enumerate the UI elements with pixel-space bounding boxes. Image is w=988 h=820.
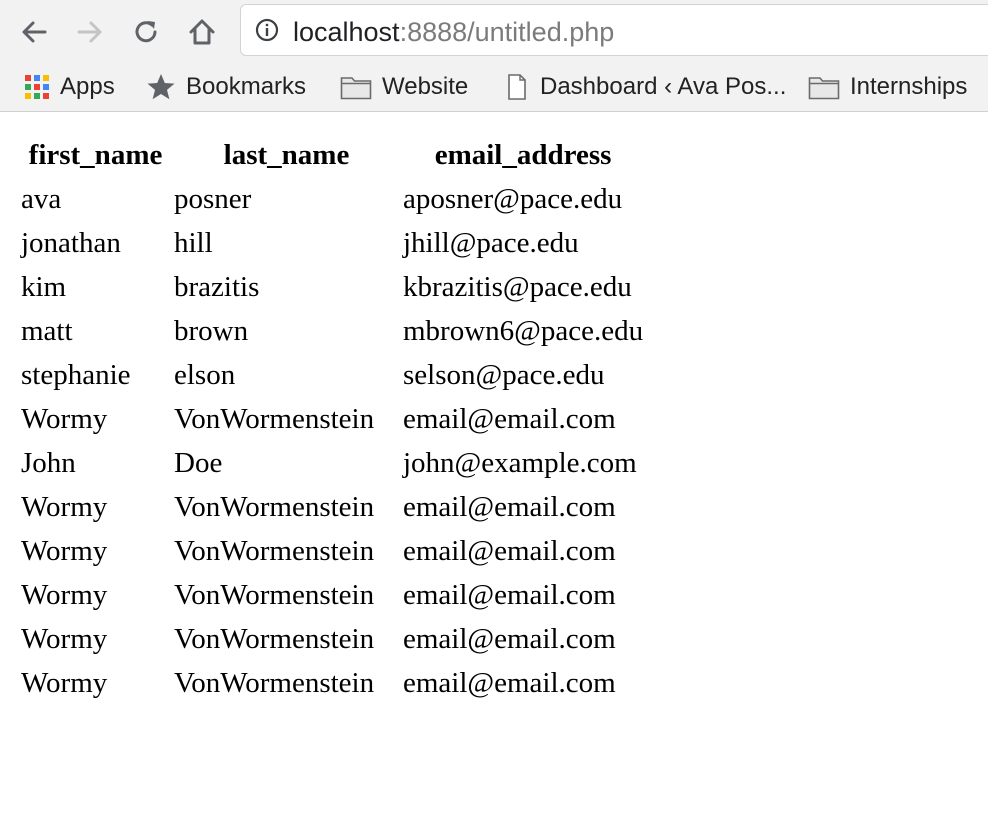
cell-email-address: selson@pace.edu bbox=[403, 359, 605, 391]
cell-email-address: mbrown6@pace.edu bbox=[403, 315, 644, 347]
cell-first-name: Wormy bbox=[21, 623, 108, 655]
bookmark-apps[interactable]: Apps bbox=[24, 70, 115, 104]
table-row: stephanie elson selson@pace.edu bbox=[20, 354, 644, 396]
cell-first-name: stephanie bbox=[21, 359, 131, 391]
address-bar[interactable]: localhost:8888/untitled.php bbox=[240, 4, 988, 56]
cell-email-address: email@email.com bbox=[403, 535, 616, 567]
bookmark-label: Website bbox=[382, 73, 469, 100]
table-row: John Doe john@example.com bbox=[20, 442, 644, 484]
table-row: Wormy VonWormenstein email@email.com bbox=[20, 574, 644, 616]
cell-first-name: Wormy bbox=[21, 403, 108, 435]
cell-last-name: VonWormenstein bbox=[174, 579, 375, 611]
folder-icon bbox=[808, 74, 840, 100]
star-icon bbox=[146, 72, 176, 102]
reload-button[interactable] bbox=[126, 12, 166, 52]
cell-last-name: VonWormenstein bbox=[174, 535, 375, 567]
cell-last-name: hill bbox=[174, 227, 213, 259]
back-button[interactable] bbox=[14, 12, 54, 52]
cell-last-name: VonWormenstein bbox=[174, 667, 375, 699]
table-body: ava posner aposner@pace.edu jonathan hill jhi… bbox=[20, 178, 644, 704]
cell-first-name: Wormy bbox=[21, 535, 108, 567]
bookmark-label: Dashboard ‹ Ava Pos... bbox=[540, 73, 787, 100]
cell-first-name: jonathan bbox=[21, 227, 121, 259]
cell-first-name: Wormy bbox=[21, 491, 108, 523]
cell-last-name: brown bbox=[174, 315, 249, 347]
column-header-email-address: email_address bbox=[434, 139, 612, 171]
cell-last-name: VonWormenstein bbox=[174, 491, 375, 523]
home-button[interactable] bbox=[182, 12, 222, 52]
folder-icon bbox=[340, 74, 372, 100]
cell-email-address: john@example.com bbox=[403, 447, 637, 479]
cell-email-address: email@email.com bbox=[403, 667, 616, 699]
cell-last-name: Doe bbox=[174, 447, 223, 479]
results-table: first_name last_name email_address ava po… bbox=[18, 132, 646, 706]
bookmark-internships[interactable]: Internships bbox=[808, 70, 967, 104]
cell-first-name: Wormy bbox=[21, 579, 108, 611]
cell-last-name: brazitis bbox=[174, 271, 260, 303]
bookmark-label: Internships bbox=[850, 73, 968, 100]
bookmark-dashboard[interactable]: Dashboard ‹ Ava Pos... bbox=[508, 70, 786, 104]
cell-last-name: posner bbox=[174, 183, 252, 215]
url-text: localhost:8888/untitled.php bbox=[293, 17, 614, 47]
cell-email-address: kbrazitis@pace.edu bbox=[403, 271, 632, 303]
bookmark-label: Bookmarks bbox=[186, 73, 307, 100]
column-header-last-name: last_name bbox=[223, 139, 350, 171]
forward-button[interactable] bbox=[70, 12, 110, 52]
bookmarks-bar: Apps Bookmarks Website Dashboard ‹ Ava P… bbox=[0, 64, 988, 112]
bookmark-bookmarks[interactable]: Bookmarks bbox=[146, 70, 306, 104]
cell-email-address: email@email.com bbox=[403, 579, 616, 611]
reload-icon bbox=[135, 21, 157, 43]
cell-email-address: aposner@pace.edu bbox=[403, 183, 623, 215]
cell-first-name: matt bbox=[21, 315, 73, 347]
cell-first-name: Wormy bbox=[21, 667, 108, 699]
table-row: Wormy VonWormenstein email@email.com bbox=[20, 486, 644, 528]
cell-last-name: VonWormenstein bbox=[174, 623, 375, 655]
url-path: :8888/untitled.php bbox=[399, 17, 615, 47]
table-row: matt brown mbrown6@pace.edu bbox=[20, 310, 644, 352]
cell-email-address: jhill@pace.edu bbox=[403, 227, 579, 259]
cell-first-name: John bbox=[21, 447, 76, 479]
cell-first-name: kim bbox=[21, 271, 67, 303]
info-icon[interactable] bbox=[255, 18, 279, 42]
cell-email-address: email@email.com bbox=[403, 403, 616, 435]
arrow-right-icon bbox=[77, 21, 102, 43]
bookmark-website[interactable]: Website bbox=[340, 70, 468, 104]
table-row: Wormy VonWormenstein email@email.com bbox=[20, 618, 644, 660]
table-row: Wormy VonWormenstein email@email.com bbox=[20, 398, 644, 440]
cell-first-name: ava bbox=[21, 183, 62, 215]
table-row: Wormy VonWormenstein email@email.com bbox=[20, 530, 644, 572]
cell-last-name: VonWormenstein bbox=[174, 403, 375, 435]
table-row: Wormy VonWormenstein email@email.com bbox=[20, 662, 644, 704]
table-row: ava posner aposner@pace.edu bbox=[20, 178, 644, 220]
table-header-row: first_name last_name email_address bbox=[20, 134, 644, 176]
table-row: jonathan hill jhill@pace.edu bbox=[20, 222, 644, 264]
cell-email-address: email@email.com bbox=[403, 623, 616, 655]
page-icon bbox=[508, 74, 526, 100]
column-header-first-name: first_name bbox=[28, 139, 163, 171]
url-host: localhost bbox=[293, 17, 400, 47]
apps-grid-icon bbox=[24, 74, 50, 100]
table-row: kim brazitis kbrazitis@pace.edu bbox=[20, 266, 644, 308]
arrow-left-icon bbox=[22, 21, 47, 43]
bookmark-label: Apps bbox=[60, 73, 115, 100]
home-icon bbox=[189, 19, 215, 45]
browser-toolbar: localhost:8888/untitled.php bbox=[0, 0, 988, 64]
cell-last-name: elson bbox=[174, 359, 236, 391]
cell-email-address: email@email.com bbox=[403, 491, 616, 523]
